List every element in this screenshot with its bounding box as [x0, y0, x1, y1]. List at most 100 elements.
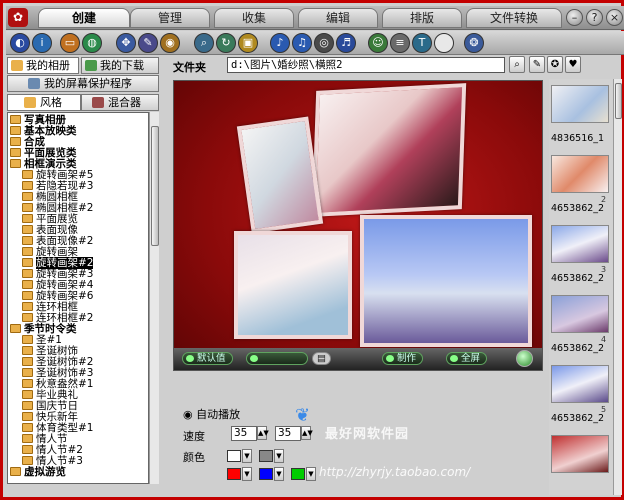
color-swatch-red[interactable] — [227, 468, 241, 480]
tab-manage[interactable]: 管理 — [130, 8, 210, 28]
music2-icon[interactable]: ♫ — [292, 33, 312, 53]
tab-layout[interactable]: 排版 — [382, 8, 462, 28]
speed-label: 速度 — [183, 430, 205, 443]
text-icon[interactable]: T — [412, 33, 432, 53]
thumbnail-image[interactable] — [551, 365, 609, 403]
tree-scroll-thumb[interactable] — [151, 126, 159, 246]
tab-screensaver[interactable]: 我的屏幕保护程序 — [7, 75, 159, 92]
thumbnail-scroll-thumb[interactable] — [615, 83, 622, 119]
folder-icon — [22, 214, 33, 223]
tab-style[interactable]: 风格 — [7, 94, 81, 111]
main-tab-bar: ✿ 创建 管理 收集 编辑 排版 文件转换 – ? × — [6, 6, 624, 30]
tab-create[interactable]: 创建 — [38, 8, 130, 28]
color-swatch-gray[interactable] — [259, 450, 273, 462]
speed-input-2[interactable]: 35 — [275, 426, 301, 441]
color-dropdown[interactable]: ▼ — [274, 467, 284, 481]
search-icon[interactable]: ⌕ — [194, 33, 214, 53]
thumbnail-label: 4836516_1 — [551, 133, 605, 144]
tools-icon[interactable]: ✎ — [138, 33, 158, 53]
speed-stepper-1[interactable]: ▲▼ — [257, 426, 269, 440]
frame-icon[interactable]: ▣ — [238, 33, 258, 53]
speed-stepper-2[interactable]: ▲▼ — [301, 426, 313, 440]
tab-file-convert[interactable]: 文件转换 — [466, 8, 562, 28]
tab-my-download-label: 我的下载 — [100, 59, 144, 72]
thumbnail-label: 4653862_2 — [551, 273, 605, 284]
fullscreen-button-label: 全屏 — [461, 353, 481, 364]
sound-icon[interactable]: ♬ — [336, 33, 356, 53]
toolbar: ◐ i ▭ ◍ ✥ ✎ ◉ ⌕ ↻ ▣ ♪ ♫ ◎ ♬ ☺ ≡ T ❂ — [6, 31, 624, 55]
folder-icon — [22, 269, 33, 278]
thumbnail-image[interactable] — [551, 155, 609, 193]
user-icon[interactable]: ☺ — [368, 33, 388, 53]
music-icon[interactable]: ♪ — [270, 33, 290, 53]
progress-slider[interactable] — [246, 352, 308, 365]
tab-my-download[interactable]: 我的下载 — [81, 57, 159, 74]
browse-icon[interactable]: ◐ — [10, 33, 30, 53]
make-button[interactable]: 制作 — [382, 352, 424, 365]
minimize-icon[interactable]: – — [566, 9, 583, 26]
close-icon[interactable]: × — [606, 9, 623, 26]
folder-icon — [22, 412, 33, 421]
album-icon — [11, 60, 23, 71]
heart-icon[interactable]: ♥ — [565, 56, 581, 73]
tree-scrollbar[interactable] — [149, 112, 159, 484]
tab-my-album[interactable]: 我的相册 — [7, 57, 79, 74]
watermark-url: http://zhyrjy.taobao.com/ — [319, 465, 471, 479]
fullscreen-button[interactable]: 全屏 — [446, 352, 488, 365]
tab-mixer[interactable]: 混合器 — [81, 94, 159, 111]
camera-icon[interactable]: ◉ — [160, 33, 180, 53]
folder-icon — [10, 159, 21, 168]
color-dropdown[interactable]: ▼ — [242, 449, 252, 463]
blank-icon[interactable] — [434, 33, 454, 53]
default-button[interactable]: 默认值 — [182, 352, 233, 365]
folder-icon — [22, 445, 33, 454]
thumbnail-image[interactable] — [551, 295, 609, 333]
thumbnail-scrollbar[interactable] — [613, 79, 622, 495]
folder-icon — [10, 115, 21, 124]
help-icon[interactable]: ? — [586, 9, 603, 26]
color-label: 颜色 — [183, 451, 205, 464]
color-dropdown[interactable]: ▼ — [306, 467, 316, 481]
folder-icon — [22, 203, 33, 212]
folder-icon — [22, 181, 33, 190]
folder-icon — [22, 280, 33, 289]
refresh-icon[interactable]: ↻ — [216, 33, 236, 53]
preview-small-icon[interactable]: ▤ — [312, 352, 331, 365]
autoplay-checkbox[interactable]: ◉ 自动播放 — [183, 406, 240, 422]
folder-icon — [22, 258, 33, 267]
info-icon[interactable]: i — [32, 33, 52, 53]
folder-icon — [22, 247, 33, 256]
play-icon[interactable] — [516, 350, 533, 367]
folder-icon — [22, 390, 33, 399]
tab-edit[interactable]: 编辑 — [298, 8, 378, 28]
disc-icon[interactable]: ◎ — [314, 33, 334, 53]
pen-icon[interactable]: ✎ — [529, 56, 545, 73]
thumbnail-image[interactable] — [551, 85, 609, 123]
globe-icon[interactable]: ◍ — [82, 33, 102, 53]
speed-input-1[interactable]: 35 — [231, 426, 257, 441]
color-swatch-green[interactable] — [291, 468, 305, 480]
browse-folder-icon[interactable]: ⌕ — [509, 56, 525, 73]
config-icon[interactable]: ≡ — [390, 33, 410, 53]
color-dropdown[interactable]: ▼ — [242, 467, 252, 481]
thumbnail-list: 4836516_1 2 4653862_2 3 4653862_2 4 4653862_2 5… — [549, 79, 613, 495]
thumbnail-label: 4653862_2 — [551, 203, 605, 214]
color-dropdown[interactable]: ▼ — [274, 449, 284, 463]
thumbnail-image[interactable] — [551, 435, 609, 473]
move-icon[interactable]: ✥ — [116, 33, 136, 53]
folder-icon[interactable]: ▭ — [60, 33, 80, 53]
tab-collect[interactable]: 收集 — [214, 8, 294, 28]
folder-icon — [22, 225, 33, 234]
style-tree[interactable]: 写真相册 基本放映类 合成 平面展览类 相框演示类 旋转画架#5 若隐若现#3 椭圆相框 椭圆相… — [7, 112, 149, 484]
color-swatch-blue[interactable] — [259, 468, 273, 480]
tab-screensaver-label: 我的屏幕保护程序 — [44, 77, 132, 90]
color-swatch-white[interactable] — [227, 450, 241, 462]
star-icon[interactable]: ✪ — [547, 56, 563, 73]
tree-category[interactable]: 虚拟游览 — [10, 467, 66, 478]
settings-icon[interactable]: ❂ — [464, 33, 484, 53]
tab-style-label: 风格 — [40, 96, 62, 109]
autoplay-radio-icon[interactable]: ◉ — [183, 408, 196, 421]
folder-icon — [10, 467, 21, 476]
thumbnail-image[interactable] — [551, 225, 609, 263]
folder-path-input[interactable]: d:\图片\婚纱照\横照2 — [227, 57, 505, 73]
